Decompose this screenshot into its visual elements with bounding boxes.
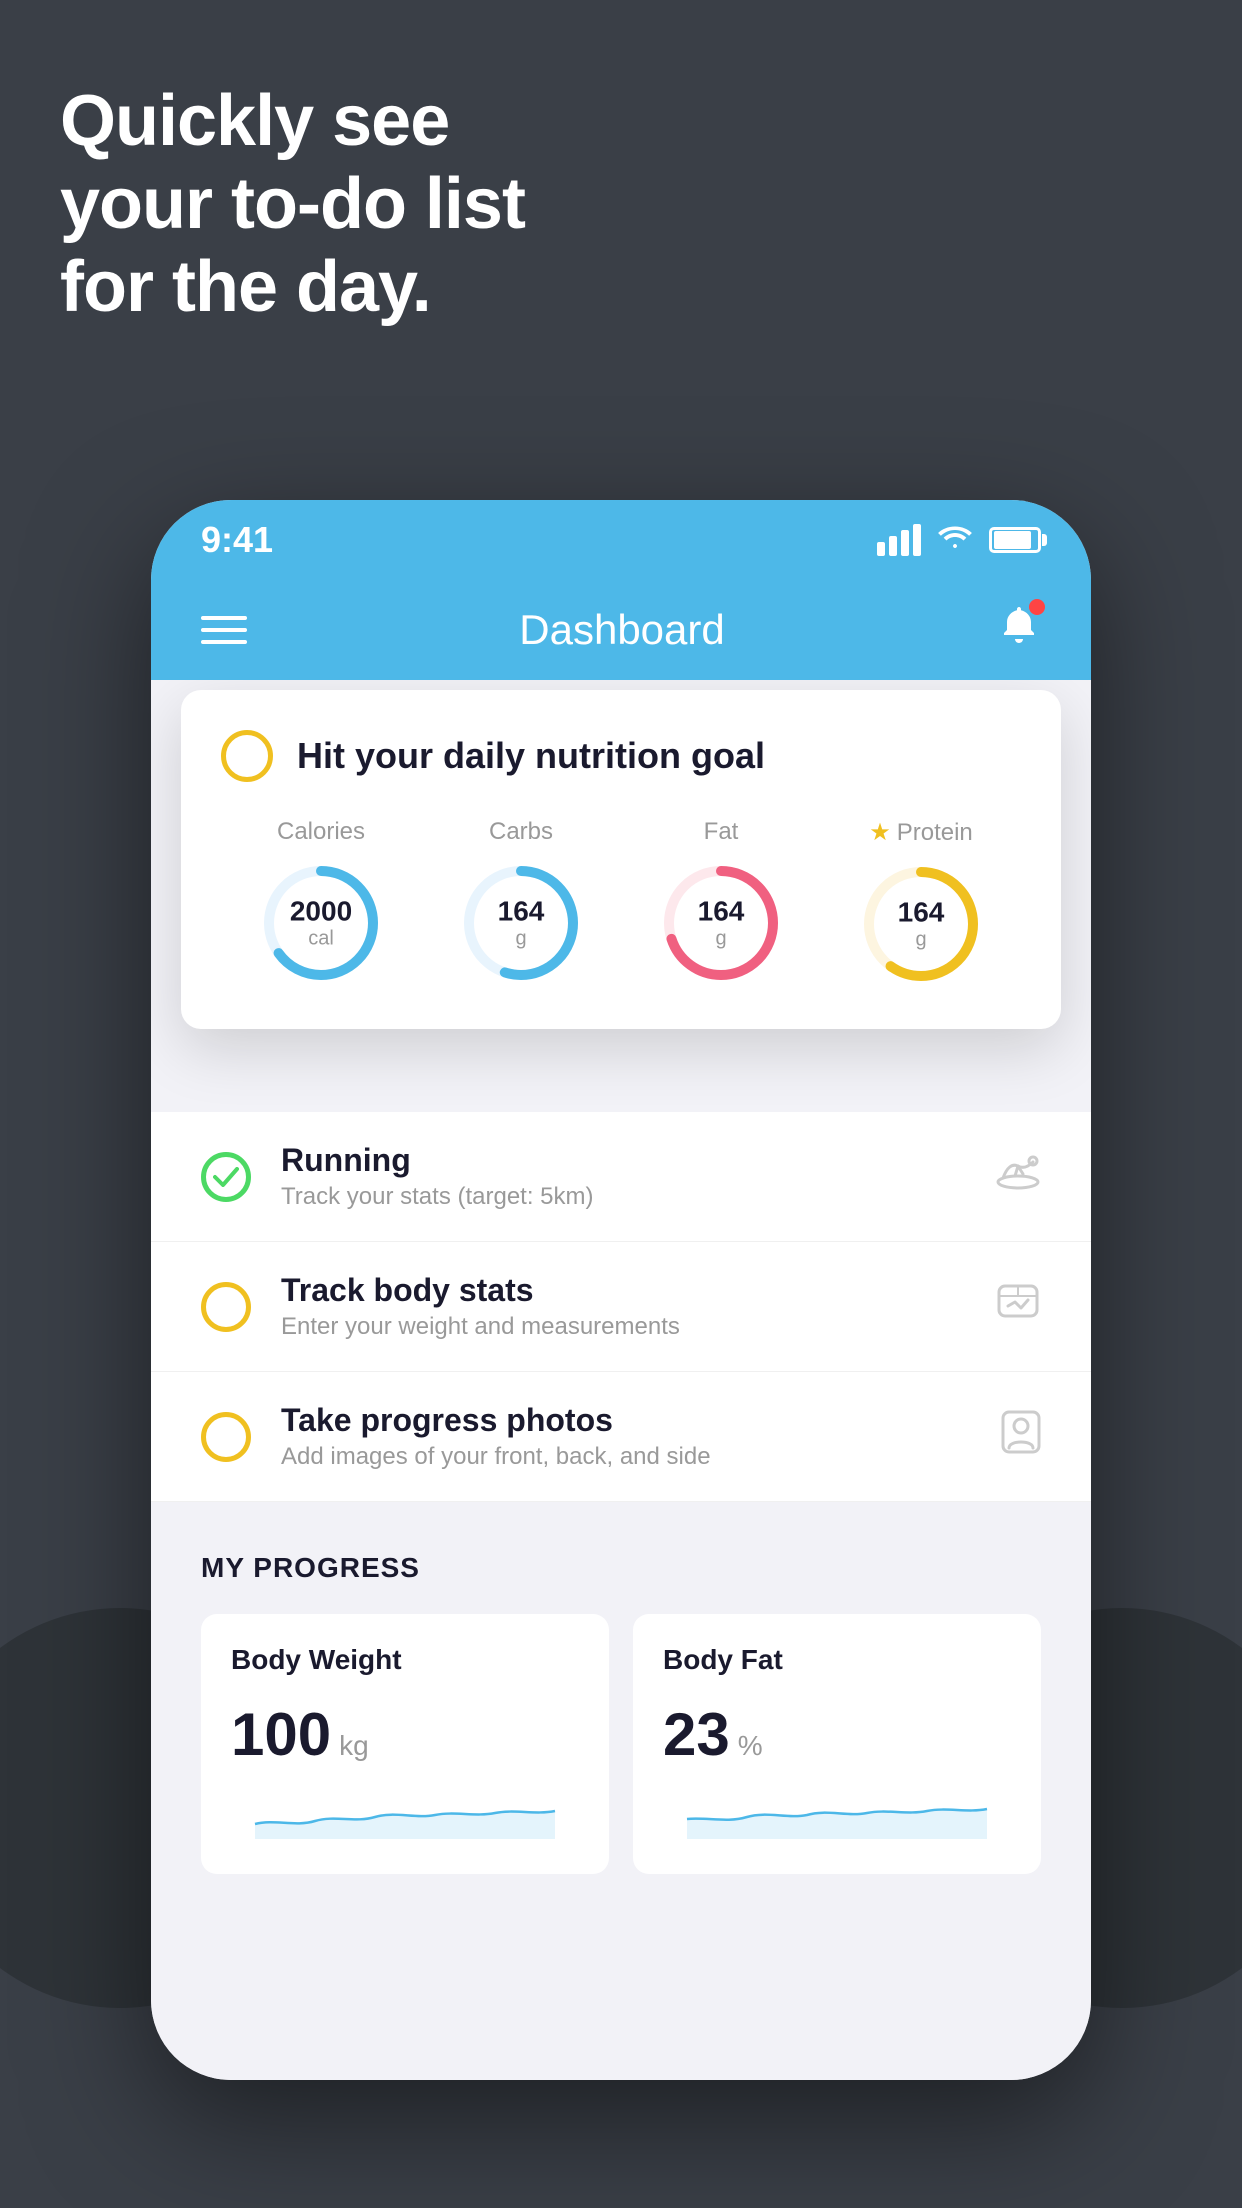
photos-subtitle: Add images of your front, back, and side xyxy=(281,1443,971,1471)
battery-icon xyxy=(989,527,1041,553)
carbs-unit: g xyxy=(498,927,545,949)
fat-value: 164 xyxy=(698,897,745,928)
protein-ring: 164 g xyxy=(856,859,986,989)
progress-heading: MY PROGRESS xyxy=(201,1552,1041,1584)
carbs-ring: 164 g xyxy=(456,858,586,988)
todo-list: Running Track your stats (target: 5km) xyxy=(151,1112,1091,1502)
scale-icon xyxy=(995,1282,1041,1331)
notification-dot xyxy=(1029,599,1045,615)
body-fat-card: Body Fat 23 % xyxy=(633,1614,1041,1874)
calories-stat: Calories 2000 cal xyxy=(256,818,386,988)
running-radio[interactable] xyxy=(201,1152,251,1202)
body-weight-title: Body Weight xyxy=(231,1644,579,1676)
hero-text: Quickly see your to-do list for the day. xyxy=(60,80,525,328)
signal-icon xyxy=(877,524,921,556)
todo-item-body-stats[interactable]: Track body stats Enter your weight and m… xyxy=(151,1242,1091,1372)
photos-radio[interactable] xyxy=(201,1412,251,1462)
body-weight-value: 100 xyxy=(231,1700,331,1769)
wifi-icon xyxy=(937,522,973,558)
phone-mockup: 9:41 Da xyxy=(151,500,1091,2080)
status-icons xyxy=(877,522,1041,558)
hero-line2: your to-do list xyxy=(60,163,525,246)
hero-line3: for the day. xyxy=(60,246,525,329)
app-content: THINGS TO DO TODAY Hit your daily nutrit… xyxy=(151,680,1091,2080)
body-fat-chart xyxy=(663,1789,1011,1839)
hamburger-menu[interactable] xyxy=(201,616,247,644)
body-fat-value: 23 xyxy=(663,1700,730,1769)
body-weight-unit: kg xyxy=(339,1730,369,1762)
protein-stat: ★ Protein 164 g xyxy=(856,818,986,989)
carbs-stat: Carbs 164 g xyxy=(456,818,586,988)
calories-ring: 2000 cal xyxy=(256,858,386,988)
nutrition-stats: Calories 2000 cal Carbs xyxy=(221,818,1021,989)
star-icon: ★ xyxy=(869,818,891,847)
carbs-value: 164 xyxy=(498,897,545,928)
nutrition-radio[interactable] xyxy=(221,730,273,782)
protein-unit: g xyxy=(898,928,945,950)
running-subtitle: Track your stats (target: 5km) xyxy=(281,1183,965,1211)
body-weight-card: Body Weight 100 kg xyxy=(201,1614,609,1874)
calories-label: Calories xyxy=(277,818,365,846)
notifications-button[interactable] xyxy=(997,603,1041,658)
calories-value: 2000 xyxy=(290,897,352,928)
hero-line1: Quickly see xyxy=(60,80,525,163)
status-time: 9:41 xyxy=(201,519,273,561)
body-stats-title: Track body stats xyxy=(281,1272,965,1309)
protein-label-row: ★ Protein xyxy=(869,818,973,847)
nav-title: Dashboard xyxy=(519,606,724,654)
status-bar: 9:41 xyxy=(151,500,1091,580)
body-weight-chart xyxy=(231,1789,579,1839)
todo-item-running[interactable]: Running Track your stats (target: 5km) xyxy=(151,1112,1091,1242)
progress-cards: Body Weight 100 kg Body Fat 23 % xyxy=(201,1614,1041,1874)
running-icon xyxy=(995,1154,1041,1199)
carbs-label: Carbs xyxy=(489,818,553,846)
calories-unit: cal xyxy=(290,927,352,949)
body-stats-subtitle: Enter your weight and measurements xyxy=(281,1313,965,1341)
person-icon xyxy=(1001,1410,1041,1463)
nav-bar: Dashboard xyxy=(151,580,1091,680)
todo-item-photos[interactable]: Take progress photos Add images of your … xyxy=(151,1372,1091,1502)
nutrition-card-title: Hit your daily nutrition goal xyxy=(297,735,765,777)
protein-value: 164 xyxy=(898,898,945,929)
fat-label: Fat xyxy=(704,818,739,846)
fat-ring: 164 g xyxy=(656,858,786,988)
fat-unit: g xyxy=(698,927,745,949)
photos-title: Take progress photos xyxy=(281,1402,971,1439)
protein-label: Protein xyxy=(897,819,973,847)
fat-stat: Fat 164 g xyxy=(656,818,786,988)
running-title: Running xyxy=(281,1142,965,1179)
progress-section: MY PROGRESS Body Weight 100 kg B xyxy=(151,1502,1091,1904)
body-stats-radio[interactable] xyxy=(201,1282,251,1332)
nutrition-card: Hit your daily nutrition goal Calories 2… xyxy=(181,690,1061,1029)
body-fat-title: Body Fat xyxy=(663,1644,1011,1676)
body-fat-unit: % xyxy=(738,1730,763,1762)
